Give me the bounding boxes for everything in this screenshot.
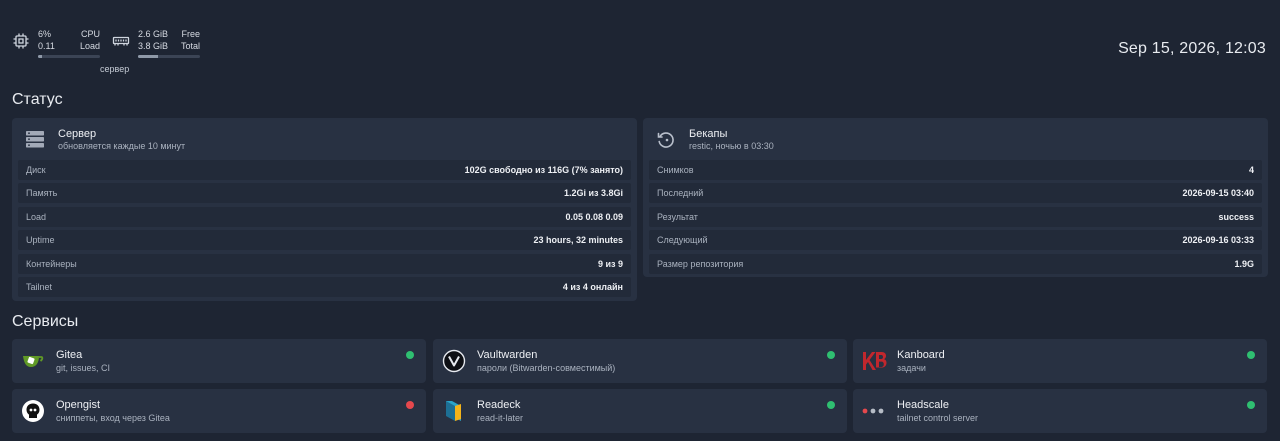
- stat-label: Диск: [26, 165, 46, 175]
- stat-row: Размер репозитория 1.9G: [649, 253, 1262, 274]
- headscale-icon: [861, 398, 887, 424]
- stat-value: 2026-09-15 03:40: [1182, 188, 1254, 199]
- stat-value: 4: [1248, 165, 1254, 175]
- server-card-title: Сервер: [58, 127, 97, 140]
- gitea-icon: [20, 348, 46, 374]
- service-desc: read-it-later: [477, 413, 524, 423]
- status-dot: [406, 351, 414, 359]
- cpu-widget: 6% 0.11 CPU Load: [12, 28, 100, 58]
- service-desc: tailnet control server: [897, 413, 979, 423]
- stat-label: Последний: [657, 188, 704, 199]
- status-dot: [1247, 351, 1255, 359]
- memory-widget: 2.6 GiB 3.8 GiB Free Total: [112, 28, 200, 58]
- stat-row: Диск 102G свободно из 116G (7% занято): [18, 160, 631, 180]
- stat-row: Следующий 2026-09-16 03:33: [649, 230, 1262, 251]
- server-card[interactable]: Сервер обновляется каждые 10 минут Диск 1…: [12, 118, 637, 301]
- service-vaultwarden[interactable]: Vaultwarden пароли (Bitwarden-совместимы…: [433, 339, 847, 383]
- cpu-percent: 6%: [38, 29, 52, 39]
- memory-usage-fill: [138, 55, 158, 58]
- opengist-icon: [20, 398, 46, 424]
- cpu-stat: 6% 0.11 CPU Load: [38, 28, 100, 58]
- stat-label: Результат: [657, 211, 698, 222]
- cpu-label: CPU: [80, 29, 100, 39]
- stat-row: Load 0.05 0.08 0.09: [18, 206, 631, 227]
- cpu-icon: [13, 33, 29, 49]
- stat-row: Контейнеры 9 из 9: [18, 253, 631, 274]
- memory-total-value: 3.8 GiB: [138, 41, 169, 51]
- stat-row: Uptime 23 hours, 32 minutes: [18, 230, 631, 251]
- server-icon: [26, 131, 44, 148]
- service-opengist[interactable]: Opengist сниппеты, вход через Gitea: [12, 389, 426, 433]
- service-headscale[interactable]: Headscale tailnet control server: [853, 389, 1267, 433]
- stat-label: Контейнеры: [26, 258, 77, 269]
- service-name: Opengist: [56, 399, 101, 411]
- stat-value: success: [1218, 211, 1254, 222]
- stat-value: 9 из 9: [597, 258, 623, 269]
- service-name: Readeck: [477, 399, 521, 411]
- total-label: Total: [180, 41, 200, 51]
- stat-value: 23 hours, 32 minutes: [533, 235, 623, 246]
- server-card-desc: обновляется каждые 10 минут: [58, 140, 186, 151]
- stat-label: Tailnet: [26, 281, 53, 292]
- free-label: Free: [181, 29, 200, 39]
- load-label: Load: [79, 41, 100, 51]
- host-label: сервер: [100, 64, 130, 74]
- stat-label: Размер репозитория: [657, 258, 744, 269]
- service-name: Kanboard: [897, 349, 945, 361]
- status-dot: [827, 401, 835, 409]
- stat-value: 1.2Gi из 3.8Gi: [563, 188, 623, 199]
- backups-card-desc: restic, ночью в 03:30: [689, 140, 774, 151]
- stat-row: Последний 2026-09-15 03:40: [649, 183, 1262, 204]
- stat-row: Память 1.2Gi из 3.8Gi: [18, 183, 631, 204]
- service-name: Gitea: [56, 349, 83, 361]
- status-dot: [406, 401, 414, 409]
- stat-label: Load: [26, 211, 47, 222]
- service-name: Headscale: [897, 399, 949, 411]
- service-desc: сниппеты, вход через Gitea: [56, 413, 170, 423]
- status-heading: Статус: [12, 91, 63, 108]
- stat-value: 2026-09-16 03:33: [1182, 235, 1254, 246]
- resource-widgets: 6% 0.11 CPU Load 2.6 GiB 3.8 GiB Free To…: [12, 28, 200, 58]
- service-readeck[interactable]: Readeck read-it-later: [433, 389, 847, 433]
- kanboard-icon: [861, 348, 887, 374]
- stat-row: Снимков 4: [649, 160, 1262, 180]
- cpu-usage-bar: [38, 55, 100, 58]
- service-name: Vaultwarden: [477, 349, 538, 361]
- stat-value: 0.05 0.08 0.09: [565, 211, 623, 222]
- memory-free-value: 2.6 GiB: [138, 29, 169, 39]
- stat-row: Результат success: [649, 206, 1262, 227]
- cpu-usage-fill: [38, 55, 42, 58]
- service-gitea[interactable]: Gitea git, issues, CI: [12, 339, 426, 383]
- restore-icon: [657, 132, 674, 148]
- clock: Sep 15, 2026, 12:03: [1118, 40, 1266, 57]
- service-desc: пароли (Bitwarden-совместимый): [477, 363, 616, 373]
- stat-label: Память: [26, 188, 58, 199]
- stat-value: 4 из 4 онлайн: [562, 281, 623, 292]
- stat-row: Tailnet 4 из 4 онлайн: [18, 276, 631, 297]
- stat-label: Следующий: [657, 235, 708, 246]
- readeck-icon: [441, 398, 467, 424]
- status-dot: [827, 351, 835, 359]
- backups-card[interactable]: Бекапы restic, ночью в 03:30 Снимков 4 Пос…: [643, 118, 1268, 277]
- services-heading: Сервисы: [12, 313, 79, 330]
- memory-stat: 2.6 GiB 3.8 GiB Free Total: [138, 28, 200, 58]
- stat-label: Uptime: [26, 235, 55, 246]
- cpu-load-value: 0.11: [38, 41, 55, 51]
- memory-usage-bar: [138, 55, 200, 58]
- status-dot: [1247, 401, 1255, 409]
- memory-icon: [112, 36, 130, 46]
- stat-label: Снимков: [657, 165, 694, 175]
- vaultwarden-icon: [441, 348, 467, 374]
- stat-value: 102G свободно из 116G (7% занято): [464, 165, 623, 175]
- stat-value: 1.9G: [1234, 258, 1254, 269]
- service-desc: задачи: [897, 363, 926, 373]
- server-stats-list: Диск 102G свободно из 116G (7% занято) Пам…: [18, 160, 631, 297]
- service-desc: git, issues, CI: [56, 363, 111, 373]
- backups-card-title: Бекапы: [689, 127, 728, 140]
- backups-stats-list: Снимков 4 Последний 2026-09-15 03:40 Результ…: [649, 160, 1262, 274]
- service-kanboard[interactable]: Kanboard задачи: [853, 339, 1267, 383]
